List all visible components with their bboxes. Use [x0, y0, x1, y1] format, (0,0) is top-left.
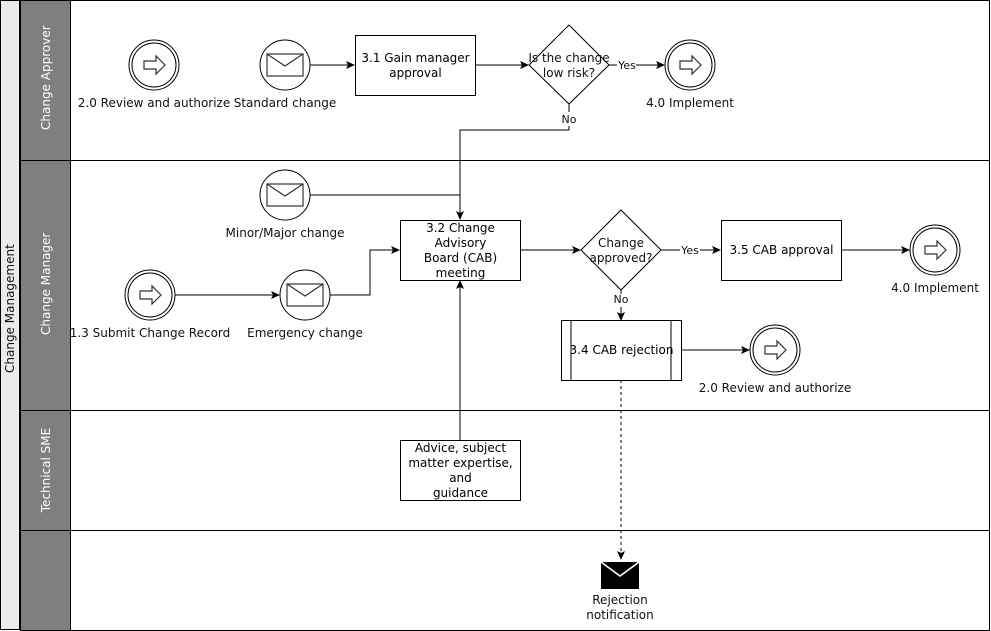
flow-label-yes-top: Yes — [618, 59, 636, 72]
gateway-low-risk-label-2: low risk? — [542, 66, 596, 80]
event-label-minor-major: Minor/Major change — [225, 226, 345, 240]
task-label: Board (CAB) meeting — [423, 250, 498, 280]
event-label-implement-mid: 4.0 Implement — [891, 281, 979, 295]
event-standard-change[interactable] — [259, 39, 311, 91]
task-label: guidance — [432, 485, 489, 500]
event-label-emergency: Emergency change — [247, 326, 363, 340]
task-gain-manager-approval[interactable]: 3.1 Gain manager approval — [355, 35, 476, 96]
event-submit-change-record[interactable] — [124, 269, 176, 321]
flow-label-yes-mid: Yes — [681, 244, 699, 257]
task-label: matter expertise, and — [408, 455, 513, 485]
task-label: 3.2 Change Advisory — [426, 220, 495, 250]
envelope-icon — [286, 283, 324, 307]
event-review-authorize-top[interactable] — [128, 39, 180, 91]
event-label-review-mid: 2.0 Review and authorize — [698, 381, 852, 395]
event-label-rejection-2: notification — [586, 608, 654, 622]
event-review-authorize-mid[interactable] — [749, 324, 801, 376]
task-label: 3.4 CAB rejection — [569, 343, 674, 357]
gateway-change-approved[interactable] — [580, 209, 662, 291]
event-label-submit-record: 1.3 Submit Change Record — [69, 326, 231, 340]
gateway-low-risk-label-1: Is the change — [528, 51, 610, 65]
event-minor-major-change[interactable] — [259, 169, 311, 221]
event-label-rejection-1: Rejection — [592, 593, 648, 607]
event-implement-top[interactable] — [664, 39, 716, 91]
task-label: 3.5 CAB approval — [729, 243, 834, 257]
event-rejection-notification[interactable] — [600, 561, 640, 589]
gateway-approved-label-2: approved? — [589, 251, 653, 265]
envelope-icon — [266, 53, 304, 77]
envelope-icon — [266, 183, 304, 207]
task-label: approval — [389, 65, 442, 80]
flow-label-no-mid: No — [613, 293, 629, 306]
flow-emergency-to-cab — [330, 246, 400, 296]
event-label-review-top: 2.0 Review and authorize — [77, 96, 231, 110]
diagram-shapes — [124, 24, 961, 589]
task-label: 3.1 Gain manager — [361, 50, 470, 65]
event-emergency-change[interactable] — [279, 269, 331, 321]
event-label-standard-change: Standard change — [233, 96, 337, 110]
flow-lowrisk-no — [456, 126, 570, 220]
bpmn-diagram: Change Management Change Approver Change… — [0, 0, 991, 631]
flow-label-no-top: No — [561, 113, 577, 126]
task-cab-meeting[interactable]: 3.2 Change Advisory Board (CAB) meeting — [400, 220, 521, 281]
gateway-approved-label-1: Change — [598, 236, 644, 250]
event-label-implement-top: 4.0 Implement — [646, 96, 734, 110]
event-implement-mid[interactable] — [909, 224, 961, 276]
subprocess-cab-rejection[interactable]: 3.4 CAB rejection — [561, 320, 682, 381]
task-cab-approval[interactable]: 3.5 CAB approval — [721, 220, 842, 281]
task-label: Advice, subject — [414, 440, 507, 455]
task-advice-guidance[interactable]: Advice, subject matter expertise, and guid… — [400, 440, 521, 501]
